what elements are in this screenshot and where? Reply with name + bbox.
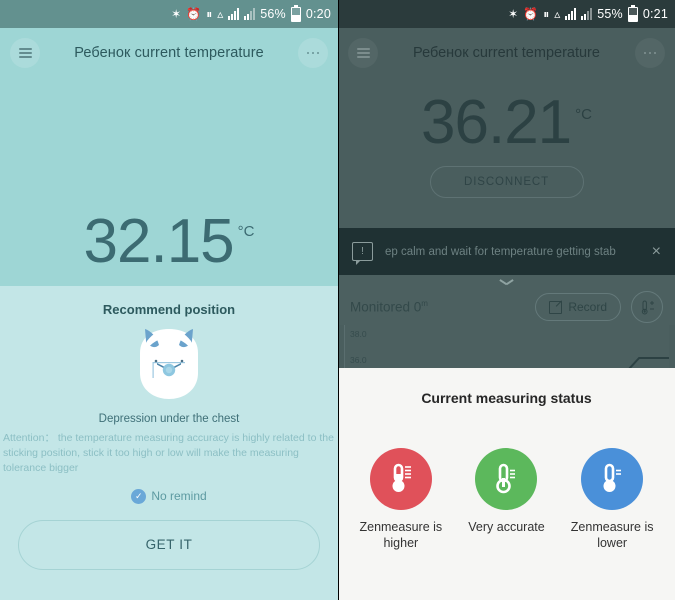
status-options-list: Zenmeasure is higher Very accurate Zenme…	[338, 448, 675, 552]
alarm-icon: ⏰	[523, 7, 539, 21]
collapse-handle[interactable]	[338, 275, 675, 289]
status-bubble	[369, 448, 432, 510]
status-option-lower[interactable]: Zenmeasure is lower	[562, 448, 662, 552]
measuring-status-dialog: Current measuring status Zenmeasure is h…	[338, 368, 675, 600]
app-bar-left: Ребенок current temperature	[0, 28, 338, 78]
status-bubble	[475, 448, 538, 510]
temperature-value: 32.15	[83, 207, 235, 277]
status-bubble	[581, 448, 644, 510]
hamburger-icon	[356, 46, 370, 61]
no-remind-label: No remind	[151, 489, 207, 504]
left-screen: ✶ ⏰ ⏸ ▵ 56% 0:20 Ребенок current tempera…	[0, 0, 338, 600]
signal-icon	[565, 8, 577, 20]
more-options-button[interactable]	[635, 38, 665, 68]
recommend-title: Recommend position	[102, 302, 236, 317]
temperature-hero-left: 32.15 °C	[0, 78, 338, 286]
signal-icon-secondary	[244, 8, 256, 20]
clock-label: 0:20	[305, 7, 331, 21]
vibrate-icon: ⏸	[206, 7, 213, 21]
monitored-label: Monitored 0m	[350, 299, 525, 315]
checkmark-icon[interactable]: ✓	[131, 488, 147, 504]
thermometer-normal-icon	[496, 463, 516, 494]
temperature-value: 36.21	[421, 88, 572, 157]
get-it-button[interactable]: GET IT	[18, 519, 320, 570]
status-option-accurate[interactable]: Very accurate	[456, 448, 556, 552]
temperature-hero-right: 36.21 °C	[338, 78, 675, 154]
thermometer-adjust-button[interactable]	[631, 291, 663, 323]
torso-illustration-wrap	[0, 323, 338, 407]
right-screen: ✶ ⏰ ⏸ ▵ 55% 0:21 Ребенок current tempera…	[338, 0, 675, 600]
page-title: Ребенок current temperature	[74, 45, 264, 61]
menu-button[interactable]	[348, 38, 378, 68]
status-label: Zenmeasure is lower	[570, 520, 654, 551]
no-remind-row[interactable]: ✓ No remind	[0, 488, 338, 504]
illustration-caption: Depression under the chest	[98, 413, 240, 425]
edit-icon	[549, 300, 563, 314]
battery-icon	[627, 4, 638, 22]
more-dots-icon	[643, 51, 657, 55]
signal-icon-secondary	[581, 8, 593, 20]
temperature-unit: °C	[575, 106, 592, 123]
notification-text: ep calm and wait for temperature getting…	[385, 245, 616, 258]
battery-percent-label: 55%	[597, 7, 623, 21]
hamburger-icon	[18, 46, 32, 61]
bluetooth-icon: ✶	[171, 7, 182, 21]
status-bar-right: ✶ ⏰ ⏸ ▵ 55% 0:21	[338, 0, 675, 28]
battery-percent-label: 56%	[260, 7, 286, 21]
temperature-unit: °C	[237, 223, 255, 241]
recommend-panel: Recommend position Depression under the	[0, 286, 338, 600]
monitored-row: Monitored 0m Record	[338, 289, 675, 325]
thermometer-low-icon	[603, 463, 622, 492]
bluetooth-icon: ✶	[508, 7, 519, 21]
record-button[interactable]: Record	[535, 293, 621, 321]
alert-message-icon: !	[352, 242, 373, 265]
record-label: Record	[568, 300, 607, 314]
notification-banner: ! ep calm and wait for temperature getti…	[338, 228, 675, 275]
page-title: Ребенок current temperature	[413, 45, 600, 61]
monitored-unit: m	[421, 299, 428, 309]
battery-icon	[290, 4, 301, 22]
clock-label: 0:21	[642, 7, 668, 21]
dialog-title: Current measuring status	[421, 390, 592, 406]
alarm-icon: ⏰	[186, 7, 202, 21]
status-bar-left: ✶ ⏰ ⏸ ▵ 56% 0:20	[0, 0, 338, 28]
disconnect-button[interactable]: DISCONNECT	[429, 166, 584, 198]
chevron-down-icon	[500, 279, 513, 286]
wifi-icon: ▵	[554, 7, 561, 21]
signal-icon	[228, 8, 240, 20]
status-option-higher[interactable]: Zenmeasure is higher	[351, 448, 451, 552]
monitored-text: Monitored 0	[350, 299, 422, 315]
thermometer-adjust-icon	[641, 300, 654, 315]
torso-sensor-illustration	[140, 329, 198, 399]
status-label: Very accurate	[468, 520, 545, 534]
wifi-icon: ▵	[217, 7, 224, 21]
screen-divider	[338, 0, 339, 600]
more-dots-icon	[306, 51, 320, 55]
status-label: Zenmeasure is higher	[359, 520, 443, 551]
menu-button[interactable]	[10, 38, 40, 68]
more-options-button[interactable]	[298, 38, 328, 68]
vibrate-icon: ⏸	[543, 7, 550, 21]
thermometer-high-icon	[392, 463, 411, 492]
app-bar-right: Ребенок current temperature	[338, 28, 675, 78]
attention-text: Attention： the temperature measuring acc…	[3, 432, 334, 475]
close-icon[interactable]: ×	[652, 243, 661, 260]
